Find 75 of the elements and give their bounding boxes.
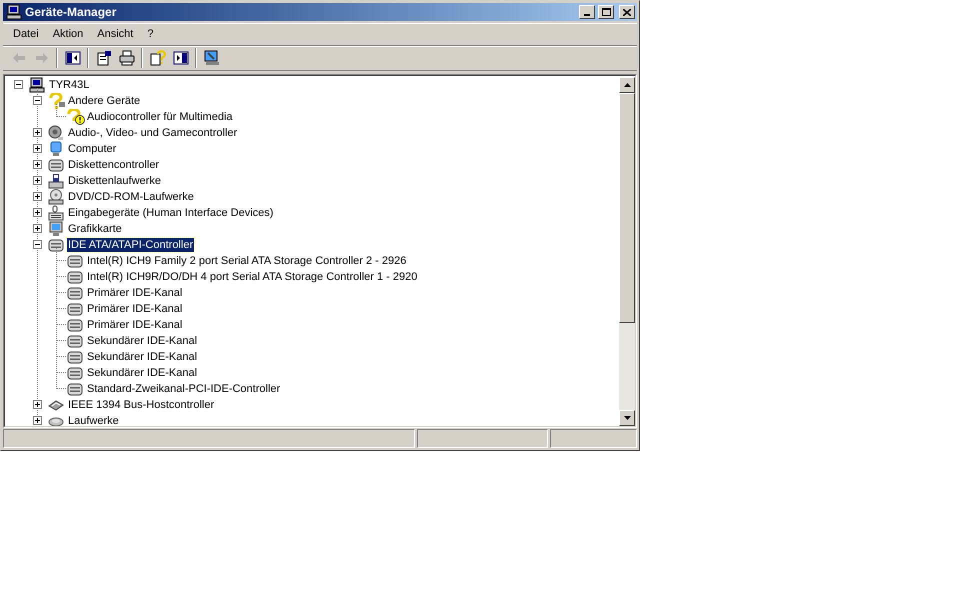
controller-icon [67, 300, 83, 317]
menu-item[interactable]: Aktion [46, 26, 90, 43]
action-pane-icon [172, 50, 188, 66]
menu-item[interactable]: Ansicht [90, 26, 140, 43]
expand-toggle[interactable] [33, 416, 42, 426]
tree-pane-icon [64, 50, 80, 66]
scroll-up-button[interactable] [619, 76, 635, 93]
controller-icon [67, 380, 83, 397]
tree-item[interactable]: Intel(R) ICH9 Family 2 port Serial ATA Storage Controller 2 - 2926 [86, 254, 408, 268]
tree-item[interactable]: Computer [67, 142, 118, 156]
tree-item[interactable]: Eingabegeräte (Human Interface Devices) [67, 206, 274, 220]
controller-icon [67, 316, 83, 333]
warning-question-icon [67, 108, 85, 125]
computer-icon [48, 140, 64, 157]
properties-icon [96, 50, 112, 66]
tree-item[interactable]: Standard-Zweikanal-PCI-IDE-Controller [86, 382, 282, 396]
close-button[interactable] [619, 5, 635, 19]
down-arrow-icon [624, 416, 630, 420]
expand-toggle[interactable] [33, 144, 42, 154]
expand-toggle[interactable] [33, 224, 42, 234]
expand-toggle[interactable] [33, 192, 42, 202]
window-title: Geräte-Manager [25, 4, 118, 21]
collapse-toggle[interactable] [33, 96, 42, 106]
menu-item[interactable]: Datei [6, 26, 46, 43]
monitor-icon [48, 220, 64, 237]
tree-item[interactable]: IEEE 1394 Bus-Hostcontroller [67, 398, 216, 412]
tree-item[interactable]: Diskettencontroller [67, 158, 160, 172]
expand-toggle[interactable] [33, 160, 42, 170]
floppy-drive-icon [48, 172, 64, 189]
keyboard-icon [48, 204, 64, 221]
cd-drive-icon [48, 188, 64, 205]
tree-item[interactable]: TYR43L [48, 78, 90, 92]
scroll-thumb[interactable] [619, 92, 635, 323]
computer-icon [29, 76, 45, 93]
tree-item[interactable]: Andere Geräte [67, 94, 142, 108]
tree-item[interactable]: DVD/CD-ROM-Laufwerke [67, 190, 195, 204]
scan-hardware-icon [204, 50, 220, 66]
expand-toggle[interactable] [33, 128, 42, 138]
close-icon [623, 8, 631, 16]
computer-icon [6, 4, 22, 20]
scrollbar[interactable] [619, 76, 635, 426]
collapse-toggle[interactable] [33, 240, 42, 250]
controller-icon [48, 156, 64, 173]
controller-icon [67, 364, 83, 381]
tree-item[interactable]: Sekundärer IDE-Kanal [86, 350, 198, 364]
tree-item[interactable]: IDE ATA/ATAPI-Controller [67, 238, 194, 252]
tree-item[interactable]: Audiocontroller für Multimedia [86, 110, 234, 124]
controller-icon [67, 348, 83, 365]
maximize-button[interactable] [598, 5, 614, 19]
controller-icon [67, 284, 83, 301]
up-arrow-icon [624, 82, 630, 87]
expand-toggle[interactable] [33, 208, 42, 218]
tree-item[interactable]: Primärer IDE-Kanal [86, 286, 184, 300]
tree-item[interactable]: Primärer IDE-Kanal [86, 302, 184, 316]
tree-item[interactable]: Sekundärer IDE-Kanal [86, 334, 198, 348]
tree-item[interactable]: Diskettenlaufwerke [67, 174, 162, 188]
controller-icon [67, 332, 83, 349]
expand-toggle[interactable] [33, 400, 42, 410]
controller-icon [67, 268, 83, 285]
controller-icon [48, 236, 64, 253]
tree-item[interactable]: Primärer IDE-Kanal [86, 318, 184, 332]
expand-toggle[interactable] [33, 176, 42, 186]
minimize-button[interactable] [579, 5, 595, 19]
tree-item[interactable]: Sekundärer IDE-Kanal [86, 366, 198, 380]
help-icon [150, 50, 166, 66]
tree-item[interactable]: Intel(R) ICH9R/DO/DH 4 port Serial ATA Storage Controller 1 - 2920 [86, 270, 418, 284]
print-icon [118, 50, 134, 66]
tree-item[interactable]: Laufwerke [67, 414, 120, 426]
scroll-down-button[interactable] [619, 410, 635, 426]
speaker-icon [48, 124, 64, 141]
controller-icon [67, 252, 83, 269]
collapse-toggle[interactable] [14, 80, 23, 90]
tree-item[interactable]: Audio-, Video- und Gamecontroller [67, 126, 238, 140]
tree-item[interactable]: Grafikkarte [67, 222, 123, 236]
menu-item[interactable]: ? [140, 26, 160, 43]
